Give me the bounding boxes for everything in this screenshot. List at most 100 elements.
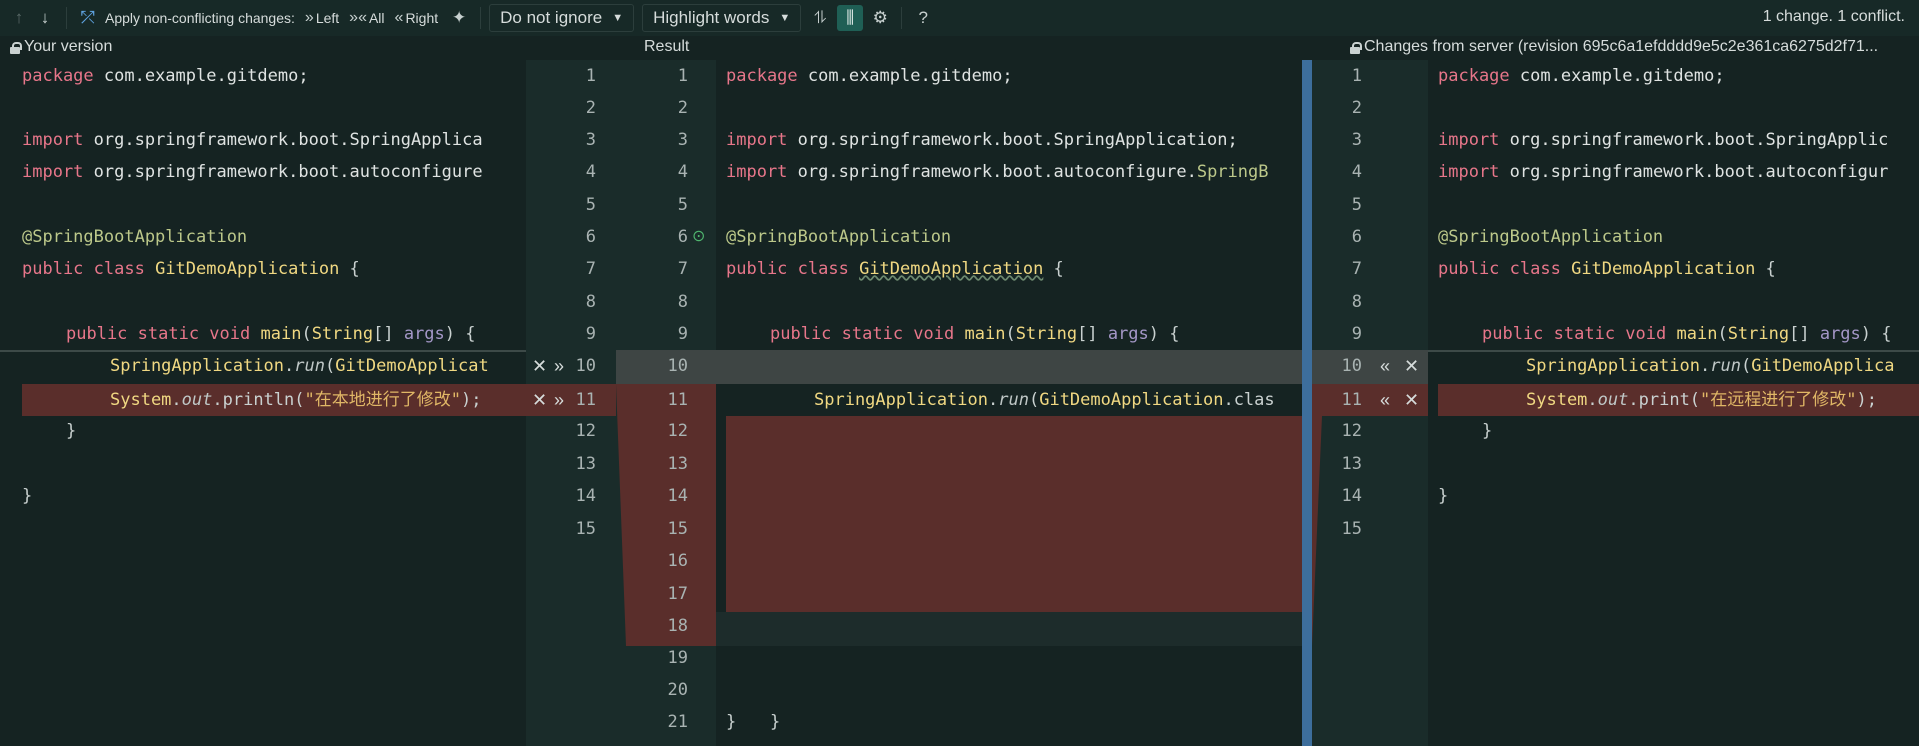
arrow-down-icon[interactable]: ↓ (32, 5, 58, 31)
left-header: Your version (10, 38, 112, 56)
line-number: 13 (667, 454, 688, 474)
chevron-down-icon: ▼ (779, 12, 791, 24)
result-scrollbar[interactable] (1302, 60, 1312, 746)
conflict-highlight (716, 612, 1302, 646)
toolbar-separator (66, 7, 67, 29)
left-editor[interactable]: package com.example.gitdemo; import org.… (0, 60, 526, 746)
line-number: 5 (677, 195, 688, 215)
line-number: 2 (585, 98, 596, 118)
line-number: 6 (677, 227, 688, 247)
line-number: 9 (585, 324, 596, 344)
center-gutter: 1 2 3 4 5 6 ⊙ 7 8 9 10 11 12 13 14 15 16… (616, 60, 716, 746)
line-number: 4 (585, 162, 596, 182)
code-line: import org.springframework.boot.autoconf… (22, 162, 483, 182)
magic-wand-icon[interactable]: ✦ (446, 5, 472, 31)
line-number: 21 (667, 712, 688, 732)
right-header-title: Changes from server (revision 695c6a1efd… (1364, 38, 1879, 55)
double-chevron-both-icon: »« (349, 9, 367, 26)
line-number: 8 (585, 292, 596, 312)
line-number: 8 (677, 292, 688, 312)
line-number: 11 (575, 390, 596, 410)
apply-right-button[interactable]: «Right (395, 9, 439, 27)
code-line: package com.example.gitdemo; (726, 66, 1013, 86)
code-line: import org.springframework.boot.SpringAp… (1438, 130, 1889, 150)
apply-all-button[interactable]: »« All (349, 9, 384, 27)
help-icon[interactable]: ? (910, 5, 936, 31)
accept-left-icon[interactable]: « (1380, 384, 1390, 416)
gear-icon[interactable]: ⚙ (867, 5, 893, 31)
line-number: 10 (575, 356, 596, 376)
line-number: 20 (667, 680, 688, 700)
line-number: 17 (667, 584, 688, 604)
sync-scroll-icon[interactable]: ⫼ (837, 5, 864, 31)
line-number: 14 (667, 486, 688, 506)
change-status: 1 change. 1 conflict. (1762, 8, 1905, 25)
line-number: 6 (585, 227, 596, 247)
highlight-dropdown[interactable]: Highlight words ▼ (642, 4, 802, 32)
line-number: 11 (667, 390, 688, 410)
line-number: 10 (1341, 356, 1362, 376)
lock-icon (10, 41, 22, 54)
right-gutter: « ✕ « ✕ 1 2 3 4 5 6 7 8 9 10 11 12 13 14… (1312, 60, 1428, 746)
line-number: 13 (1341, 454, 1362, 474)
apply-non-conflicting-label: Apply non-conflicting changes: (105, 10, 295, 26)
arrow-up-icon[interactable]: ↑ (6, 5, 32, 31)
line-number: 1 (1351, 66, 1362, 86)
code-line: import org.springframework.boot.autoconf… (1438, 162, 1889, 182)
code-line: } (1438, 486, 1449, 506)
line-number: 15 (667, 519, 688, 539)
connector-shape (616, 350, 638, 646)
line-number: 16 (667, 551, 688, 571)
apply-left-button[interactable]: » Left (305, 9, 339, 27)
lock-icon (1350, 41, 1362, 54)
line-number: 14 (1341, 486, 1362, 506)
line-number: 1 (677, 66, 688, 86)
apply-all-label: All (368, 10, 385, 26)
code-line: } (66, 421, 77, 441)
discard-change-icon[interactable]: ✕ (532, 350, 547, 382)
code-line: import org.springframework.boot.autoconf… (726, 162, 1269, 182)
merge-icon[interactable]: ⤱ (75, 5, 101, 31)
code-line: import org.springframework.boot.SpringAp… (726, 130, 1238, 150)
result-editor-footer: } (716, 706, 1302, 746)
discard-change-icon[interactable]: ✕ (1404, 384, 1419, 416)
collapse-unchanged-icon[interactable]: ⥮ (807, 5, 833, 31)
left-gutter: ✕ » ✕ » 1 2 3 4 5 6 7 8 9 10 11 12 13 14… (526, 60, 616, 746)
line-number: 3 (585, 130, 596, 150)
left-header-title: Your version (24, 38, 113, 55)
discard-change-icon[interactable]: ✕ (532, 384, 547, 416)
line-number: 11 (1341, 390, 1362, 410)
code-line: public static void main(String[] args) { (66, 324, 476, 344)
connector-shape (616, 350, 638, 384)
line-number: 9 (677, 324, 688, 344)
center-header-title: Result (644, 38, 690, 55)
code-line: @SpringBootApplication (726, 227, 952, 247)
result-editor[interactable]: package com.example.gitdemo; import org.… (716, 60, 1302, 746)
conflict-highlight (726, 416, 1302, 612)
right-header: Changes from server (revision 695c6a1efd… (1350, 38, 1878, 56)
line-number: 9 (1351, 324, 1362, 344)
highlight-dropdown-value: Highlight words (653, 8, 770, 27)
code-line: @SpringBootApplication (1438, 227, 1664, 247)
merge-toolbar: ↑ ↓ ⤱ Apply non-conflicting changes: » Le… (0, 0, 1919, 36)
server-editor[interactable]: package com.example.gitdemo; import org.… (1428, 60, 1919, 746)
code-line: public class GitDemoApplication { (726, 259, 1064, 279)
code-line: public class GitDemoApplication { (22, 259, 360, 279)
line-number: 12 (1341, 421, 1362, 441)
code-line: } (1482, 421, 1493, 441)
line-number: 12 (575, 421, 596, 441)
code-line: SpringApplication.run(GitDemoApplicat (110, 356, 489, 376)
line-number: 2 (677, 98, 688, 118)
code-line: System.out.print("在远程进行了修改"); (1526, 390, 1878, 410)
code-line: SpringApplication.run(GitDemoApplication… (814, 390, 1275, 410)
code-line: package com.example.gitdemo; (1438, 66, 1725, 86)
discard-change-icon[interactable]: ✕ (1404, 350, 1419, 382)
accept-left-icon[interactable]: « (1380, 350, 1390, 382)
line-number: 1 (585, 66, 596, 86)
double-chevron-left-icon: « (394, 9, 404, 26)
line-number: 8 (1351, 292, 1362, 312)
ignore-whitespace-dropdown[interactable]: Do not ignore ▼ (489, 4, 635, 32)
line-number: 4 (1351, 162, 1362, 182)
code-line: @SpringBootApplication (22, 227, 248, 247)
spring-bean-icon[interactable]: ⊙ (692, 221, 705, 253)
